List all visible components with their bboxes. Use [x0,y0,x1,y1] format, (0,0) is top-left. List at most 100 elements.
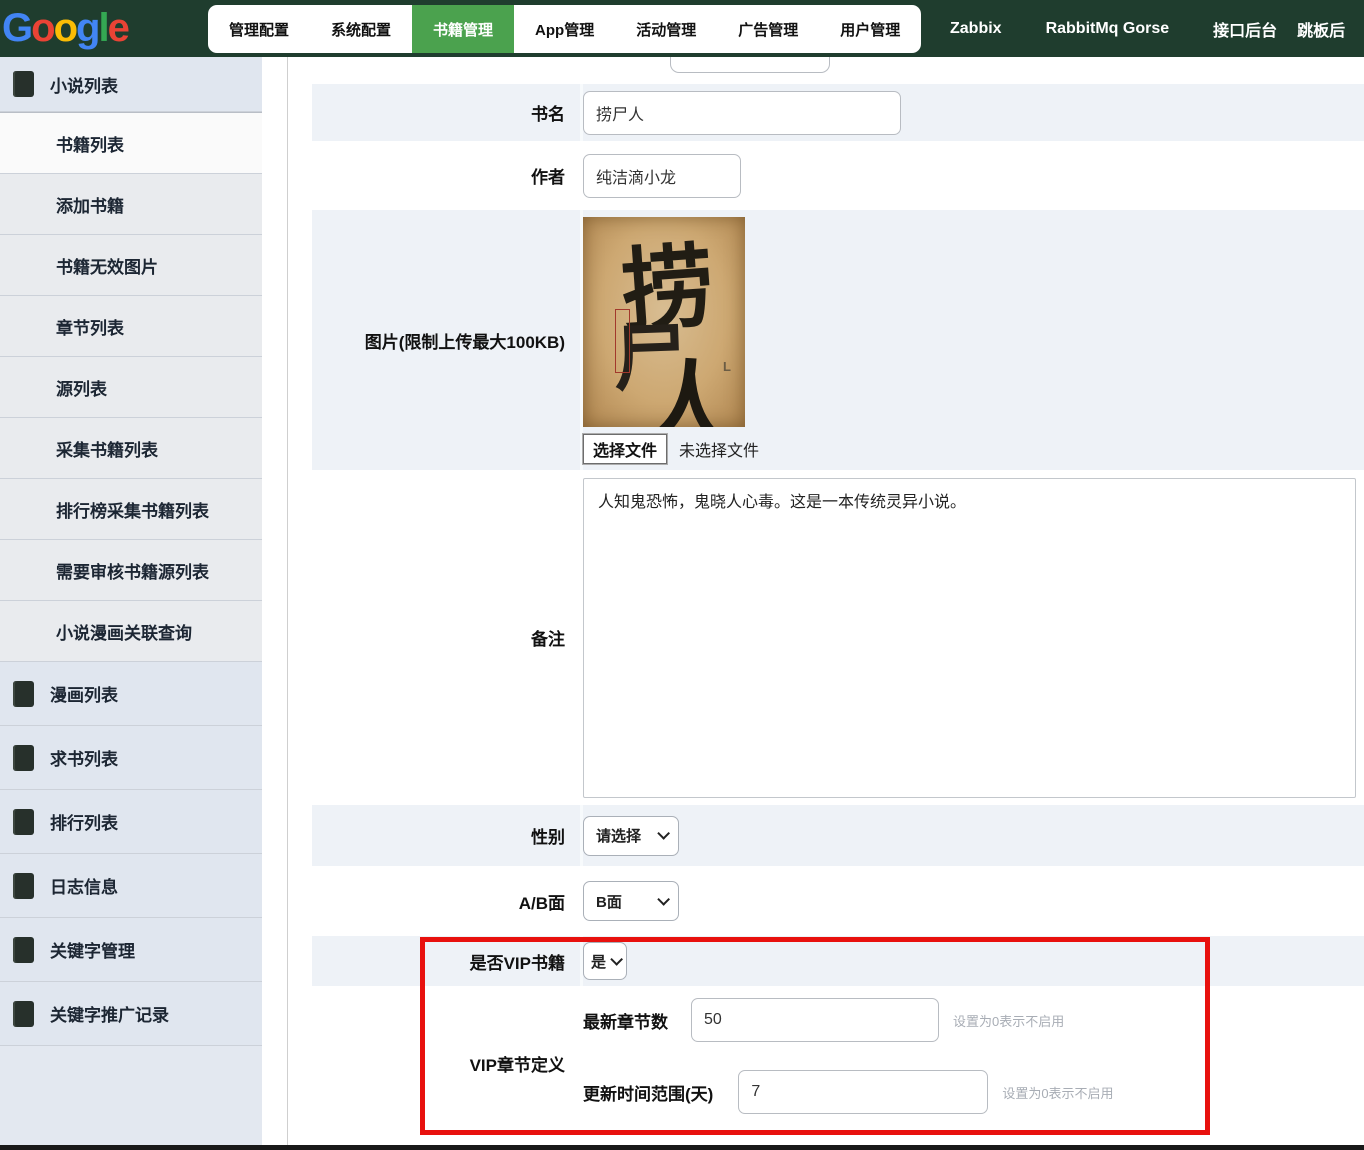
sidebar-item-label: 小说漫画关联查询 [56,619,192,644]
link-rabbitmq-gorse[interactable]: RabbitMq Gorse [1046,20,1170,38]
sidebar-item-comic-list[interactable]: 漫画列表 [0,662,262,726]
sidebar-item-label: 求书列表 [50,745,118,770]
sidebar-item-book-request-list[interactable]: 求书列表 [0,726,262,790]
sidebar-item-ranking-list[interactable]: 排行列表 [0,790,262,854]
sidebar-item-label: 书籍列表 [56,131,124,156]
vip-update-range-row: 更新时间范围(天) 设置为0表示不启用 [583,1070,1114,1114]
is-vip-select-value: 是 [591,951,606,972]
sidebar-empty-area [0,1046,262,1129]
form-row-ab-side: A/B面 B面 [288,866,1364,936]
sidebar-item-ranking-collected-books[interactable]: 排行榜采集书籍列表 [0,479,262,540]
tab-system-config[interactable]: 系统配置 [310,5,412,53]
sidebar-item-invalid-images[interactable]: 书籍无效图片 [0,235,262,296]
update-range-hint: 设置为0表示不启用 [1002,1083,1113,1102]
sidebar-item-collected-books[interactable]: 采集书籍列表 [0,418,262,479]
sidebar-item-book-list[interactable]: 书籍列表 [0,112,262,174]
vip-definition-label: VIP章节定义 [312,986,565,1140]
update-range-label: 更新时间范围(天) [583,1080,713,1105]
vip-latest-chapters-row: 最新章节数 设置为0表示不启用 [583,998,1064,1042]
logo-letter: e [108,6,128,50]
is-vip-label: 是否VIP书籍 [312,936,565,986]
form-row-vip-definition: VIP章节定义 最新章节数 设置为0表示不启用 更新时间范围(天) 设置为0表示… [288,986,1364,1140]
book-edit-form: 书名 作者 图片(限制上传最大100KB) 捞 尸 人 [288,57,1364,1150]
link-zabbix[interactable]: Zabbix [950,20,1002,38]
tab-app-management[interactable]: App管理 [514,5,615,53]
link-api-backend[interactable]: 接口后台 [1213,17,1277,41]
cover-latin-text: L [723,359,731,374]
sidebar-item-keyword-promo-records[interactable]: 关键字推广记录 [0,982,262,1046]
main-nav-tabbar: 管理配置 系统配置 书籍管理 App管理 活动管理 广告管理 用户管理 [208,5,921,53]
sidebar-item-label: 关键字管理 [50,937,135,962]
book-name-label: 书名 [312,84,565,141]
google-logo: Google [2,0,128,57]
sidebar-item-add-book[interactable]: 添加书籍 [0,174,262,235]
sidebar-item-label: 排行榜采集书籍列表 [56,497,209,522]
sidebar-item-label: 源列表 [56,375,107,400]
sidebar: 小说列表 书籍列表 添加书籍 书籍无效图片 章节列表 源列表 采集书籍列表 排行… [0,57,262,1145]
book-icon [13,71,34,97]
sidebar-item-label: 日志信息 [50,873,118,898]
sidebar-item-label: 小说列表 [50,72,118,97]
sidebar-item-label: 章节列表 [56,314,124,339]
tab-user-management[interactable]: 用户管理 [819,5,921,53]
book-icon [13,681,34,707]
is-vip-select[interactable]: 是 [583,942,627,980]
top-header: Google 管理配置 系统配置 书籍管理 App管理 活动管理 广告管理 用户… [0,0,1364,57]
link-jumpboard[interactable]: 跳板后 [1297,17,1345,41]
ab-side-select-value: B面 [596,891,622,912]
choose-file-button[interactable]: 选择文件 [583,434,667,464]
tab-ad-management[interactable]: 广告管理 [717,5,819,53]
book-icon [13,873,34,899]
no-file-chosen-text: 未选择文件 [679,437,759,461]
image-label: 图片(限制上传最大100KB) [312,210,565,470]
chevron-down-icon [657,893,670,906]
form-row-book-name: 书名 [288,84,1364,141]
logo-letter: o [54,6,76,50]
latest-chapters-label: 最新章节数 [583,1008,668,1033]
sidebar-item-log-info[interactable]: 日志信息 [0,854,262,918]
gender-label: 性别 [312,805,565,866]
cut-off-input[interactable] [670,57,830,73]
gender-select-value: 请选择 [596,825,641,846]
book-icon [13,809,34,835]
sidebar-item-keyword-management[interactable]: 关键字管理 [0,918,262,982]
latest-chapters-input[interactable] [691,998,939,1042]
gender-select[interactable]: 请选择 [583,816,679,856]
sidebar-item-label: 漫画列表 [50,681,118,706]
book-icon [13,1001,34,1027]
sidebar-item-label: 书籍无效图片 [56,253,158,278]
ab-side-select[interactable]: B面 [583,881,679,921]
sidebar-item-label: 添加书籍 [56,192,124,217]
book-cover-preview: 捞 尸 人 L [583,217,745,427]
sidebar-item-review-book-sources[interactable]: 需要审核书籍源列表 [0,540,262,601]
sidebar-item-label: 需要审核书籍源列表 [56,558,209,583]
form-row-author: 作者 [288,141,1364,210]
tab-admin-config[interactable]: 管理配置 [208,5,310,53]
remark-textarea[interactable]: 人知鬼恐怖，鬼晓人心毒。这是一本传统灵异小说。 [583,478,1356,798]
sidebar-item-source-list[interactable]: 源列表 [0,357,262,418]
latest-chapters-hint: 设置为0表示不启用 [953,1011,1064,1030]
header-external-links: Zabbix RabbitMq Gorse 接口后台 跳板后 [950,0,1345,57]
sidebar-item-novel-list[interactable]: 小说列表 [0,57,262,112]
bottom-border [0,1145,1364,1150]
form-row-is-vip: 是否VIP书籍 是 [288,936,1364,986]
form-row-remark: 备注 人知鬼恐怖，鬼晓人心毒。这是一本传统灵异小说。 [288,470,1364,805]
chevron-down-icon [610,953,623,966]
sidebar-item-label: 采集书籍列表 [56,436,158,461]
author-label: 作者 [312,141,565,210]
tab-book-management[interactable]: 书籍管理 [412,5,514,53]
sidebar-item-label: 关键字推广记录 [50,1001,169,1026]
form-row-gender: 性别 请选择 [288,805,1364,866]
update-range-input[interactable] [738,1070,988,1114]
sidebar-item-novel-comic-relation[interactable]: 小说漫画关联查询 [0,601,262,662]
sidebar-item-chapter-list[interactable]: 章节列表 [0,296,262,357]
form-row-image: 图片(限制上传最大100KB) 捞 尸 人 L 选择文件 未选择文件 [288,210,1364,470]
ab-side-label: A/B面 [312,866,565,936]
book-icon [13,937,34,963]
author-input[interactable] [583,154,741,198]
cover-char: 人 [637,326,740,426]
sidebar-item-label: 排行列表 [50,809,118,834]
tab-activity-management[interactable]: 活动管理 [615,5,717,53]
book-name-input[interactable] [583,91,901,135]
cover-seal [615,309,630,373]
